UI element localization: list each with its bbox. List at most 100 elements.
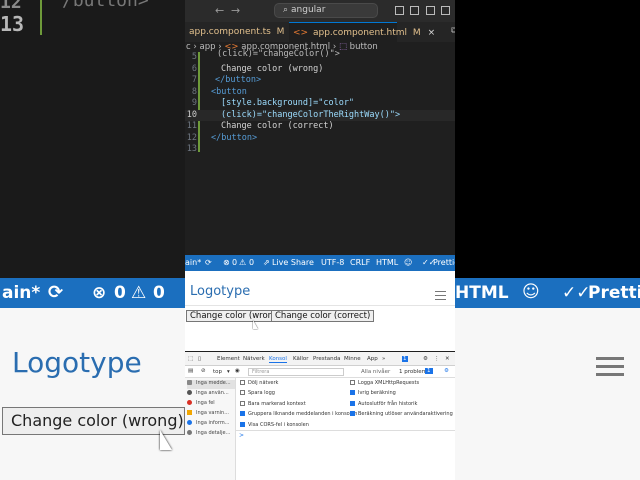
bg-prettier-check-icon: ✓✓ [562,283,591,303]
checkbox[interactable] [240,380,245,385]
option-hide-network[interactable]: Dölj nätverk [240,380,278,386]
gear-icon[interactable]: ⚙ [423,356,428,362]
close-icon[interactable]: ✕ [445,356,450,362]
console-toolbar: ▤ ⊘ top ▾ ◉ Filtrera Alla nivåer 1 probl… [185,366,455,378]
status-encoding[interactable]: UTF-8 [321,258,344,267]
bg-warnings: 0 [153,283,165,303]
checkbox[interactable] [240,401,245,406]
tab-application[interactable]: App [367,356,378,362]
tab-app-component-html[interactable]: <> app.component.html M × [289,22,435,42]
checkbox-checked[interactable] [240,422,245,427]
tab-elements[interactable]: Element [217,356,240,362]
status-warnings[interactable]: 0 [249,258,254,267]
console-prompt[interactable]: > [239,432,244,439]
checkbox-checked[interactable] [350,401,355,406]
checkbox-checked[interactable] [240,411,245,416]
list-icon [187,380,192,385]
app-logo[interactable]: Logotype [190,284,250,299]
status-eol[interactable]: CRLF [350,258,370,267]
status-branch[interactable]: ain* [185,258,201,267]
more-tabs-icon[interactable]: » [382,356,385,362]
bg-errors: 0 [114,283,126,303]
more-options-icon[interactable]: ⋮ [434,356,440,362]
eye-icon[interactable]: ◉ [235,368,240,374]
tab-network[interactable]: Nätverk [243,356,265,362]
option-label: Bara markerad kontext [248,401,306,407]
line-number: 12 [186,132,197,143]
tab-console[interactable]: Konsol [269,356,287,363]
line-number: 6 [191,63,197,74]
issues-count-badge[interactable]: 1 [425,368,433,374]
sidebar-label: Inga använ... [196,390,229,396]
sidebar-info[interactable]: Inga inform... [187,420,229,429]
filter-input[interactable]: Filtrera [248,368,344,376]
line-code: (click)="changeColor()"> [217,49,340,59]
toggle-sidebar-icon[interactable] [395,6,404,15]
inspect-icon[interactable]: ⬚ [188,356,193,362]
sync-icon[interactable]: ⟳ [205,258,212,267]
device-icon[interactable]: ▯ [198,356,201,362]
close-icon[interactable]: × [428,28,436,38]
console-divider [236,430,455,431]
bg-cursor-icon [160,430,172,450]
status-prettier[interactable]: Prettier [433,258,455,267]
log-levels-dropdown[interactable]: Alla nivåer [361,369,390,375]
context-selector[interactable]: top [213,369,222,375]
tab-sources[interactable]: Källor [293,356,309,362]
forward-arrow-icon[interactable]: → [231,4,240,17]
customize-layout-icon[interactable] [441,6,450,15]
status-live-share[interactable]: Live Share [272,258,314,267]
hamburger-icon[interactable] [435,288,446,303]
message-count-badge[interactable]: 1 [402,356,408,362]
sidebar-messages[interactable]: Inga medde... [187,380,235,389]
option-selected-context-only[interactable]: Bara markerad kontext [240,401,306,407]
command-center-search[interactable]: ⌕ angular [274,3,378,18]
sidebar-user-messages[interactable]: Inga använ... [187,390,229,399]
toggle-secondary-sidebar-icon[interactable] [426,6,435,15]
code-line-current: 10 (click)="changeColorTheRightWay()"> [185,109,455,121]
tab-app-component-ts[interactable]: app.component.ts M [185,22,285,42]
tab-memory[interactable]: Minne [344,356,361,362]
checkbox[interactable] [240,390,245,395]
breadcrumb-item[interactable]: app [200,42,216,52]
line-code: (click)="changeColorTheRightWay()"> [221,109,401,120]
tab-label: app.component.ts [189,27,271,37]
checkbox[interactable] [350,380,355,385]
option-group-similar[interactable]: Gruppera liknande meddelanden i konsolen [240,411,357,417]
bg-copilot-icon: ☺ [522,282,540,302]
breadcrumb-item[interactable]: c [186,42,191,52]
option-preserve-log[interactable]: Spara logg [240,390,275,396]
bg-warning-icon: ⚠ [131,283,147,303]
search-icon: ⌕ [283,5,289,15]
line-number: 7 [191,75,197,85]
sidebar-warnings[interactable]: Inga varnin... [187,410,229,419]
clear-console-icon[interactable]: ⊘ [201,368,206,374]
tab-performance[interactable]: Prestanda [313,356,340,362]
element-icon: ⬚ [338,42,347,52]
code-line: 5 (click)="changeColor()"> [185,49,455,64]
code-editor[interactable]: 5 (click)="changeColor()"> 6 Change color … [185,49,455,156]
option-eager-evaluation[interactable]: Ivrig beräkning [350,390,396,396]
checkbox-checked[interactable] [350,411,355,416]
option-show-cors-errors[interactable]: Visa CORS-fel i konsolen [240,422,309,428]
change-color-correct-button[interactable]: Change color (correct) [271,310,375,322]
option-autocomplete-history[interactable]: Autoslutför från historik [350,401,417,407]
checkbox-checked[interactable] [350,390,355,395]
split-editor-icon[interactable]: ⧉ [451,26,455,36]
status-language[interactable]: HTML [376,258,398,267]
user-icon [187,390,192,395]
toggle-panel-icon[interactable] [410,6,419,15]
breadcrumb-item[interactable]: button [350,42,378,52]
console-settings-gear-icon[interactable]: ⚙ [444,368,449,374]
copilot-icon[interactable]: ☺ [404,258,412,267]
sidebar-toggle-icon[interactable]: ▤ [188,368,193,374]
sidebar-errors[interactable]: Inga fel [187,400,215,409]
back-arrow-icon[interactable]: ← [215,4,224,17]
info-icon [187,420,192,425]
warning-icon: ⚠ [239,258,247,267]
option-user-activation[interactable]: Beräkning utlöser användaraktivering [350,411,453,417]
status-errors[interactable]: 0 [232,258,237,267]
option-log-xhr[interactable]: Logga XMLHttpRequests [350,380,419,386]
sidebar-verbose[interactable]: Inga detalje... [187,430,230,439]
bg-git-gutter [40,0,42,35]
